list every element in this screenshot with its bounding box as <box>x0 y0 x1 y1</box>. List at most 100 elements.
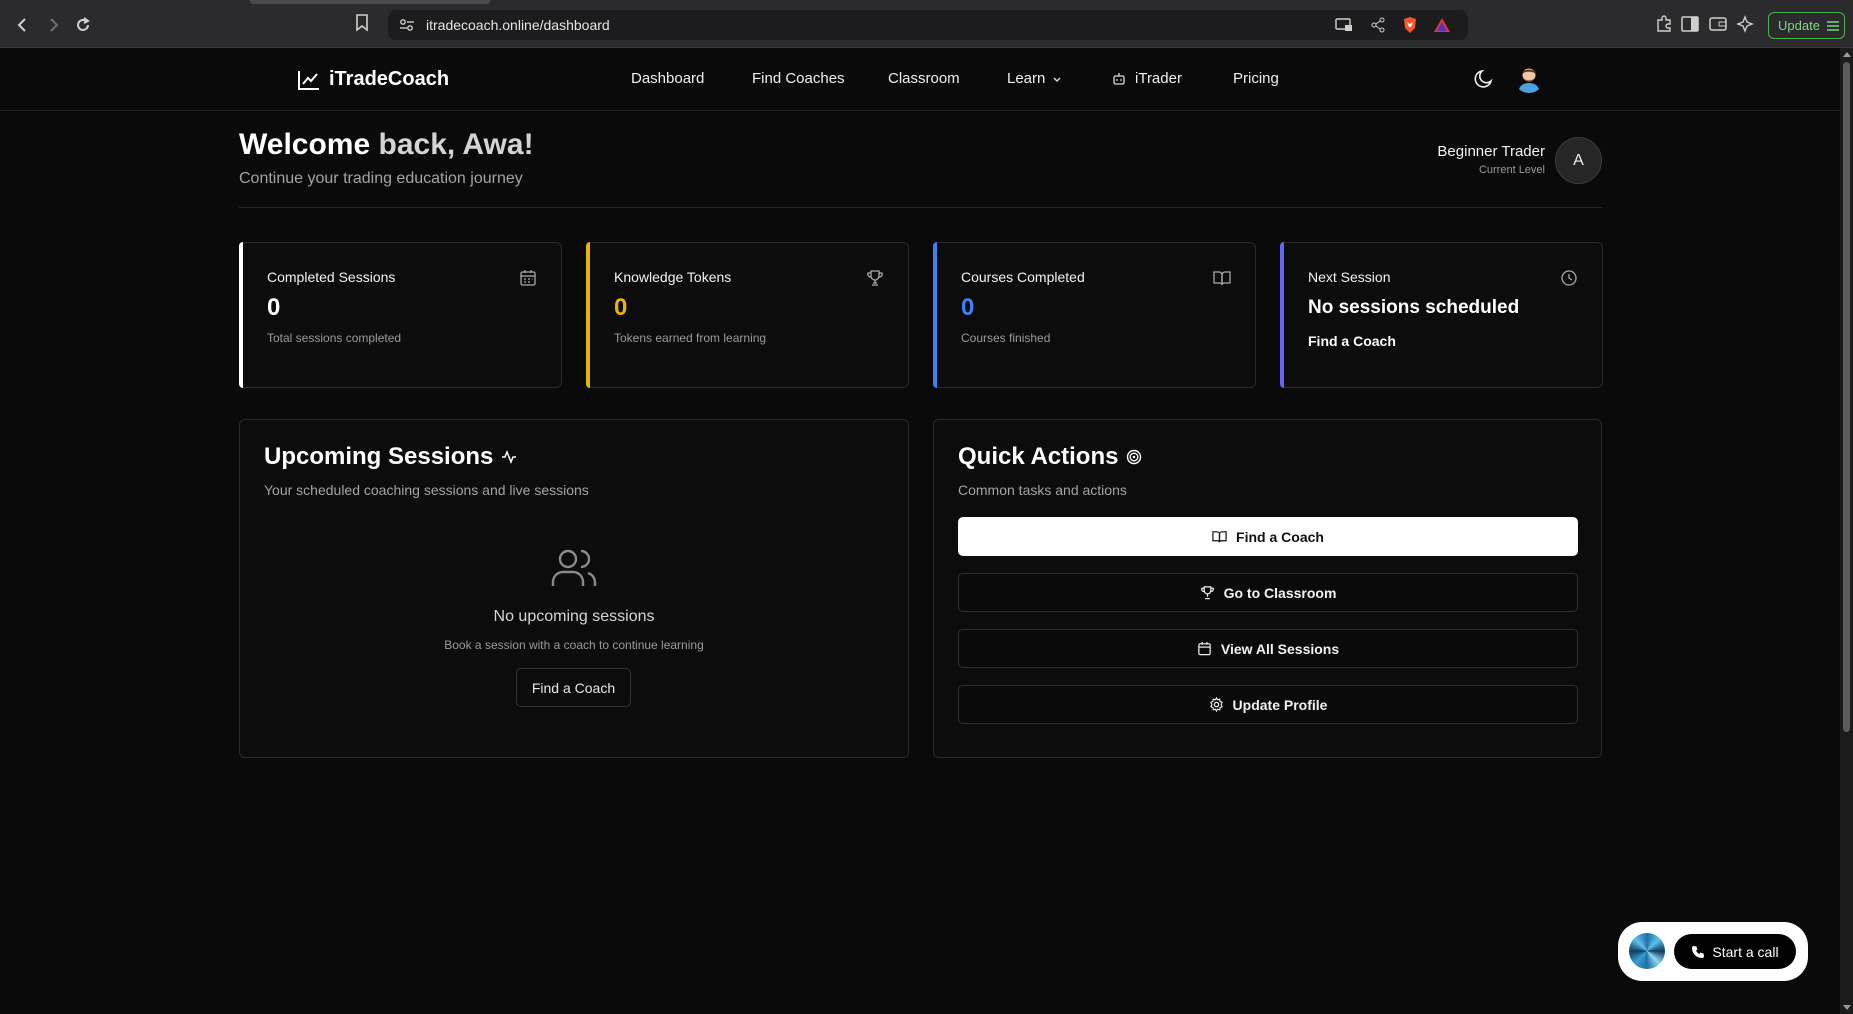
nav-itrader[interactable]: iTrader <box>1112 70 1182 87</box>
nav-itrader-label: iTrader <box>1135 70 1182 87</box>
next-session-status: No sessions scheduled <box>1308 297 1520 318</box>
empty-state-subtitle: Book a session with a coach to continue … <box>444 638 704 652</box>
nav-dashboard[interactable]: Dashboard <box>631 70 704 87</box>
find-coach-button[interactable]: Find a Coach <box>516 668 631 707</box>
book-open-icon <box>1212 531 1227 543</box>
stat-card-completed-sessions: Completed Sessions 0 Total sessions comp… <box>239 242 562 388</box>
quick-actions-subtitle: Common tasks and actions <box>958 482 1127 498</box>
quick-actions-title: Quick Actions <box>958 443 1142 471</box>
view-all-sessions-label: View All Sessions <box>1220 640 1340 657</box>
extensions-icon[interactable] <box>1654 14 1674 34</box>
reload-icon[interactable] <box>70 12 96 38</box>
update-profile-label: Update Profile <box>1232 696 1328 713</box>
back-icon[interactable] <box>10 12 36 38</box>
browser-update-button[interactable]: Update <box>1768 12 1845 39</box>
book-open-icon <box>1213 271 1231 286</box>
forward-icon[interactable] <box>40 12 66 38</box>
stat-card-courses-completed: Courses Completed 0 Courses finished <box>933 242 1256 388</box>
brave-rewards-icon[interactable] <box>1432 15 1452 35</box>
url-text[interactable]: itradecoach.online/dashboard <box>426 17 610 33</box>
wallet-icon[interactable] <box>1708 14 1728 34</box>
card-accent <box>586 242 590 388</box>
trophy-icon <box>867 270 883 286</box>
share-icon[interactable] <box>1368 15 1388 35</box>
go-to-classroom-button[interactable]: Go to Classroom <box>958 573 1578 612</box>
nav-pricing-label: Pricing <box>1233 70 1279 87</box>
stat-card-next-session: Next Session No sessions scheduled Find … <box>1280 242 1603 388</box>
users-icon <box>551 549 597 586</box>
stat-label: Next Session <box>1308 269 1391 285</box>
site-header: iTradeCoach Dashboard Find Coaches Class… <box>0 48 1840 111</box>
empty-state-title: No upcoming sessions <box>493 608 655 625</box>
nav-find-coaches[interactable]: Find Coaches <box>752 70 845 87</box>
start-call-label: Start a call <box>1712 943 1779 960</box>
assistant-orb-icon[interactable] <box>1629 933 1665 969</box>
upcoming-title: Upcoming Sessions <box>264 443 517 471</box>
settings-gear-icon <box>1209 697 1223 712</box>
stat-caption: Total sessions completed <box>267 331 402 345</box>
find-coach-button-label: Find a Coach <box>531 679 616 696</box>
site-logo[interactable]: iTradeCoach <box>298 68 449 91</box>
go-to-classroom-label: Go to Classroom <box>1223 584 1337 601</box>
nav-learn[interactable]: Learn <box>1007 70 1062 87</box>
stat-value: 0 <box>267 294 281 321</box>
avatar-initial: A <box>1573 151 1584 169</box>
site-settings-icon[interactable] <box>398 16 416 34</box>
upcoming-sessions-panel: Upcoming Sessions Your scheduled coachin… <box>239 419 909 758</box>
stat-value: 0 <box>614 294 628 321</box>
view-all-sessions-button[interactable]: View All Sessions <box>958 629 1578 668</box>
phone-icon <box>1692 945 1705 958</box>
bookmark-icon[interactable] <box>355 14 369 37</box>
update-profile-button[interactable]: Update Profile <box>958 685 1578 724</box>
stat-label: Courses Completed <box>961 269 1085 285</box>
header-divider <box>239 207 1602 208</box>
start-call-button[interactable]: Start a call <box>1674 934 1796 969</box>
user-avatar[interactable] <box>1514 63 1544 93</box>
voice-call-widget: Start a call <box>1618 922 1808 981</box>
sidebar-icon[interactable] <box>1680 14 1700 34</box>
page-title: Welcome back, Awa! <box>239 128 534 162</box>
level-info: Beginner Trader Current Level <box>1437 143 1545 176</box>
nav-dashboard-label: Dashboard <box>631 70 705 87</box>
nav-learn-label: Learn <box>1007 70 1046 87</box>
update-label: Update <box>1778 18 1820 33</box>
stat-card-knowledge-tokens: Knowledge Tokens 0 Tokens earned from le… <box>586 242 909 388</box>
bot-icon <box>1113 72 1125 85</box>
find-coach-link[interactable]: Find a Coach <box>1308 333 1396 349</box>
level-avatar: A <box>1555 137 1602 184</box>
quick-actions-title-text: Quick Actions <box>958 443 1119 470</box>
target-icon <box>1127 449 1142 465</box>
address-bar[interactable]: itradecoach.online/dashboard <box>388 10 1468 40</box>
stat-caption: Tokens earned from learning <box>614 331 767 345</box>
trophy-icon <box>1200 586 1214 600</box>
stat-value: 0 <box>961 294 975 321</box>
leo-ai-icon[interactable] <box>1736 14 1756 34</box>
nav-pricing[interactable]: Pricing <box>1233 70 1279 87</box>
level-caption: Current Level <box>1478 164 1545 176</box>
calendar-icon <box>520 270 536 286</box>
nav-classroom[interactable]: Classroom <box>888 70 960 87</box>
card-accent <box>933 242 937 388</box>
activity-icon <box>502 449 517 465</box>
scroll-up-icon[interactable] <box>1843 52 1851 57</box>
page-scrollbar[interactable] <box>1840 48 1853 1014</box>
menu-icon <box>1826 20 1839 31</box>
logo-text: iTradeCoach <box>329 68 450 90</box>
nav-classroom-label: Classroom <box>888 70 960 87</box>
stat-label: Knowledge Tokens <box>614 269 732 285</box>
scrollbar-thumb[interactable] <box>1843 62 1850 732</box>
moon-icon[interactable] <box>1472 67 1496 91</box>
scroll-down-icon[interactable] <box>1843 1005 1851 1010</box>
level-name: Beginner Trader <box>1437 143 1545 160</box>
page-subtitle: Continue your trading education journey <box>239 170 523 187</box>
brave-shields-icon[interactable] <box>1400 15 1420 35</box>
active-tab-indicator <box>250 0 490 4</box>
welcome-prefix: Welcome <box>239 128 379 161</box>
quick-find-coach-button[interactable]: Find a Coach <box>958 517 1578 556</box>
calendar-icon <box>1198 641 1211 656</box>
upcoming-subtitle: Your scheduled coaching sessions and liv… <box>264 482 589 498</box>
card-accent <box>1280 242 1284 388</box>
cast-icon[interactable] <box>1334 15 1354 35</box>
card-accent <box>239 242 243 388</box>
nav-find-coaches-label: Find Coaches <box>752 70 845 87</box>
